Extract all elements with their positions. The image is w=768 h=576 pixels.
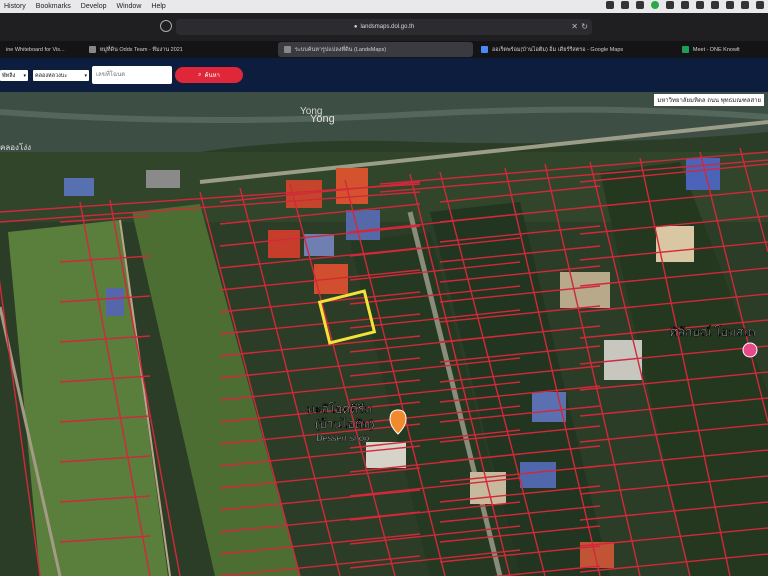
menu-develop[interactable]: Develop [81,3,107,10]
url-text: landsmaps.dol.go.th [360,24,415,30]
district-select[interactable]: คลองหลวงบะ ▾ [33,70,89,81]
app-status-icon[interactable] [696,1,704,9]
satellite-map[interactable]: Yong Yong คลองโง่ง มะลิโอดดีรีม (บ้านไอต… [0,92,768,576]
browser-toolbar: ● landsmaps.dol.go.th ✕ ↻ [0,13,768,41]
app-status-icon[interactable] [681,1,689,9]
building-roof [346,210,380,240]
spotify-icon[interactable] [651,1,659,9]
poi-name: มะลิโอดดีรีม [307,402,372,416]
sand-lot [560,272,610,308]
tab-odds-team[interactable]: หมู่ที่ดิน Odds Team - ทีมงาน 2021 [83,42,276,57]
search-icon: ⌕ [198,71,202,78]
landsmaps-search-bar: พัทลิง ▾ คลองหลวงบะ ▾ ⌕ ค้นหา [0,58,768,92]
app-status-icon[interactable] [711,1,719,9]
tab-label: ระบบค้นหารูปแปลงที่ดิน (LandsMaps) [294,46,387,53]
favicon-icon [283,46,291,53]
tab-label: Meet - DNE Knowlt [692,46,740,53]
tab-meet[interactable]: Meet - DNE Knowlt [676,42,768,57]
battery-icon[interactable] [756,1,764,9]
menu-window[interactable]: Window [116,3,141,10]
poi-category: Dessert shop [316,433,369,443]
app-status-icon[interactable] [621,1,629,9]
chevron-down-icon: ▾ [23,72,26,79]
tab-label: ออเร็ตพร้อม(บ้านไอติม) อิ่ม เดียร์รีสตรอ… [491,46,624,53]
menu-bookmarks[interactable]: Bookmarks [36,3,71,10]
building-roof [336,168,368,204]
building-roof [268,230,300,258]
deed-number-input[interactable] [92,66,172,84]
tab-whiteboard[interactable]: ine Whiteboard for Vis... [0,42,81,57]
province-value: พัทลิง [2,72,16,79]
menu-history[interactable]: History [4,3,26,10]
building-roof [64,178,94,196]
app-status-icon[interactable] [636,1,644,9]
building-roof [146,170,180,188]
tab-landsmaps[interactable]: ระบบค้นหารูปแปลงที่ดิน (LandsMaps) [277,42,473,57]
canal-label: Yong [310,113,335,125]
wifi-icon[interactable] [741,1,749,9]
building-roof [106,288,124,316]
building-roof [520,462,556,488]
province-select[interactable]: พัทลิง ▾ [0,70,28,81]
search-button-label: ค้นหา [204,73,220,79]
system-menubar: History Bookmarks Develop Window Help [0,0,768,13]
search-button[interactable]: ⌕ ค้นหา [175,67,243,83]
tab-bar: ine Whiteboard for Vis... หมู่ที่ดิน Odd… [0,41,768,58]
menu-help[interactable]: Help [151,3,165,10]
lodging-marker[interactable] [742,342,758,358]
app-status-icon[interactable] [606,1,614,9]
app-status-icon[interactable] [726,1,734,9]
tab-label: หมู่ที่ดิน Odds Team - ทีมงาน 2021 [99,46,183,53]
right-poi-label: ศิลักษณ์ โฮมสเต [670,325,756,339]
lock-icon: ● [353,24,358,30]
tab-label: ine Whiteboard for Vis... [6,46,65,53]
app-status-icon[interactable] [666,1,674,9]
status-icons [606,1,764,9]
district-value: คลองหลวงบะ [35,72,68,79]
shield-icon[interactable] [160,20,172,32]
place-label: มหาวิทยาลัยมหิดล ถนน พุทธมณฑลสาย [654,94,764,106]
poi-name: (บ้านไอติม) [315,417,375,431]
favicon-icon [681,46,689,53]
close-icon[interactable]: ✕ [571,22,578,31]
address-bar[interactable]: ● landsmaps.dol.go.th ✕ ↻ [176,19,592,35]
tab-google-maps[interactable]: ออเร็ตพร้อม(บ้านไอติม) อิ่ม เดียร์รีสตรอ… [475,42,674,57]
reload-icon[interactable]: ↻ [581,22,588,31]
chevron-down-icon: ▾ [84,72,87,79]
favicon-icon [88,46,96,53]
favicon-icon [480,46,488,53]
canal-label: คลองโง่ง [0,142,31,152]
